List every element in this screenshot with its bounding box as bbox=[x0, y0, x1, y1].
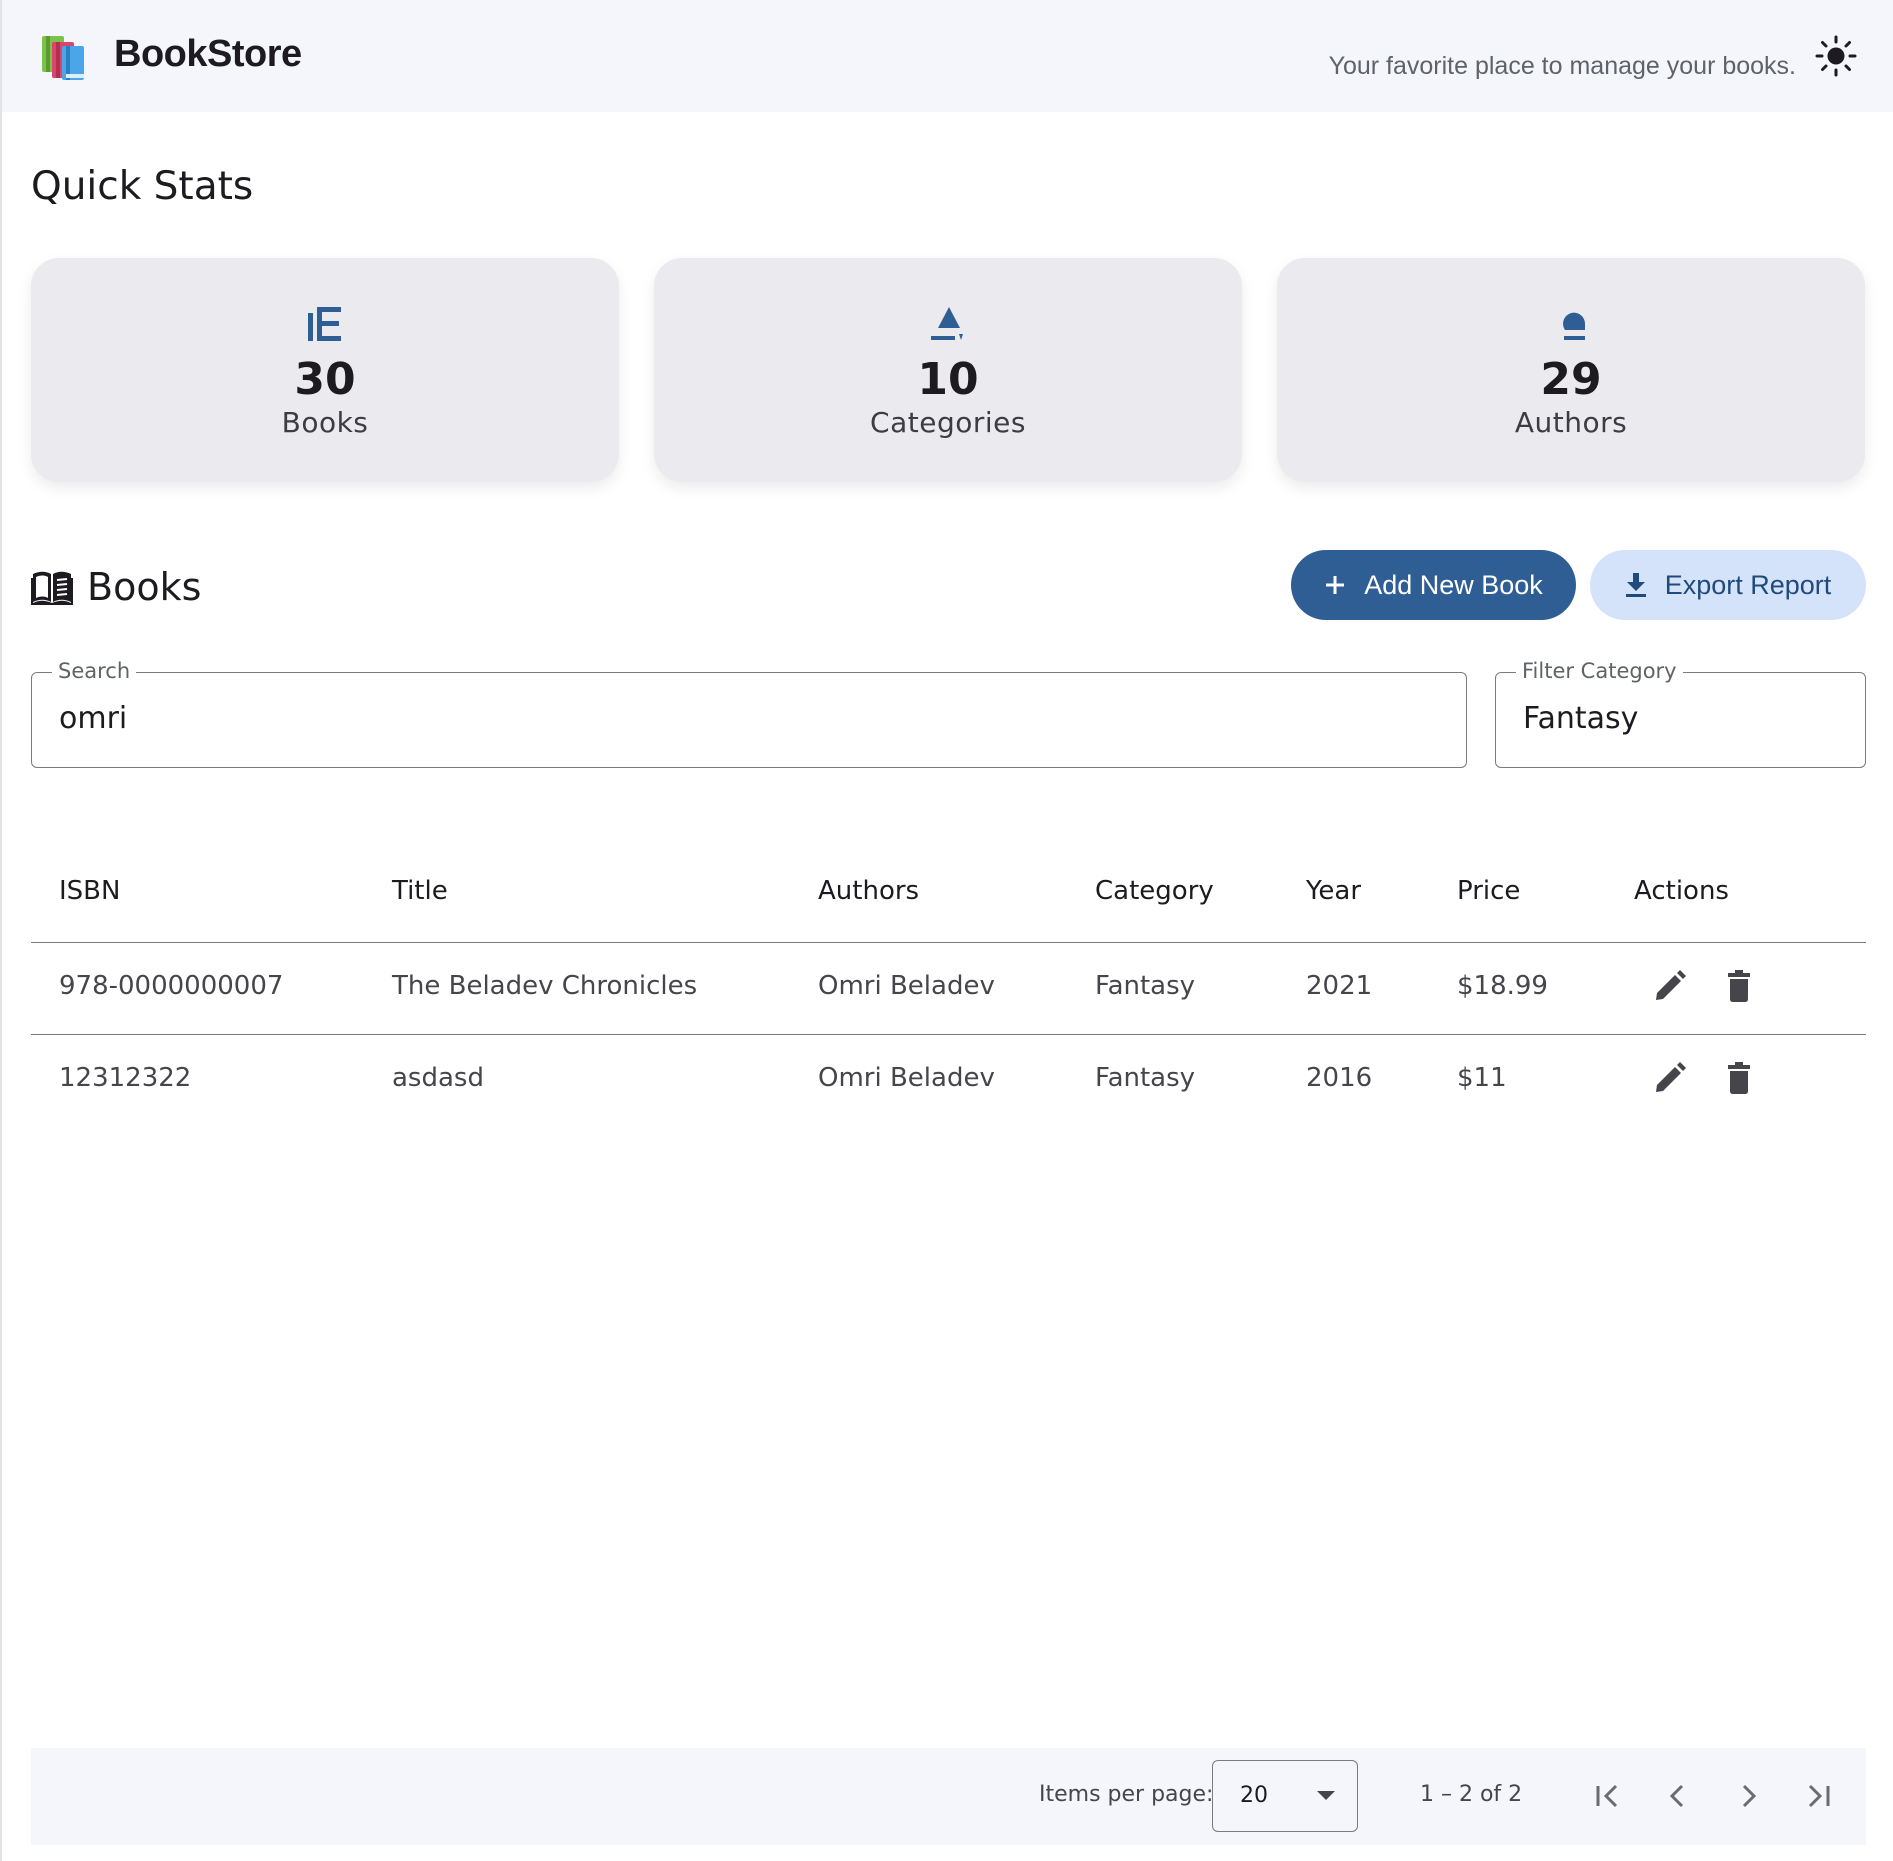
paginator: Items per page: 20 1 – 2 of 2 bbox=[31, 1748, 1866, 1845]
edit-icon[interactable] bbox=[1651, 967, 1689, 1005]
filter-category-value: Fantasy bbox=[1523, 701, 1639, 736]
app-root: BookStore Your favorite place to manage … bbox=[0, 0, 1893, 1861]
cell-year: 2016 bbox=[1306, 1063, 1373, 1093]
stat-card-authors: 29 Authors bbox=[1277, 258, 1865, 482]
brand-title: BookStore bbox=[114, 33, 302, 75]
next-page-icon[interactable] bbox=[1726, 1774, 1770, 1818]
column-header-isbn[interactable]: ISBN bbox=[59, 876, 120, 906]
column-header-year[interactable]: Year bbox=[1306, 876, 1361, 906]
filter-category-label: Filter Category bbox=[1516, 659, 1683, 683]
cell-title: The Beladev Chronicles bbox=[392, 971, 698, 1001]
stat-label: Books bbox=[281, 406, 369, 439]
stat-value: 10 bbox=[917, 354, 979, 405]
add-new-book-label: Add New Book bbox=[1364, 569, 1543, 600]
stat-label: Categories bbox=[870, 406, 1026, 439]
last-page-icon[interactable] bbox=[1796, 1774, 1840, 1818]
search-label: Search bbox=[52, 659, 137, 683]
column-header-authors[interactable]: Authors bbox=[818, 876, 919, 906]
first-page-icon[interactable] bbox=[1586, 1774, 1630, 1818]
column-header-title[interactable]: Title bbox=[392, 876, 448, 906]
table-row: 978-0000000007 The Beladev Chronicles Om… bbox=[31, 943, 1866, 1035]
delete-icon[interactable] bbox=[1720, 967, 1758, 1005]
plus-icon bbox=[1326, 576, 1345, 594]
stat-value: 29 bbox=[1540, 354, 1602, 405]
cell-category: Fantasy bbox=[1095, 971, 1196, 1001]
column-header-actions: Actions bbox=[1634, 876, 1729, 906]
export-report-button[interactable]: Export Report bbox=[1590, 550, 1866, 620]
cell-authors: Omri Beladev bbox=[818, 1063, 995, 1093]
search-input[interactable]: Search omri bbox=[31, 659, 1467, 768]
column-header-category[interactable]: Category bbox=[1095, 876, 1214, 906]
export-report-label: Export Report bbox=[1664, 569, 1832, 600]
books-table: ISBN Title Authors Category Year Price A… bbox=[31, 846, 1866, 1126]
stat-card-books: 30 Books bbox=[31, 258, 619, 482]
cell-isbn: 978-0000000007 bbox=[59, 971, 284, 1001]
page-size-value: 20 bbox=[1240, 1783, 1268, 1808]
page-range-label: 1 – 2 of 2 bbox=[1420, 1782, 1523, 1807]
stat-value: 30 bbox=[294, 354, 356, 405]
search-value: omri bbox=[59, 701, 128, 736]
person-icon bbox=[1563, 312, 1586, 340]
cell-year: 2021 bbox=[1306, 971, 1373, 1001]
tagline: Your favorite place to manage your books… bbox=[1328, 52, 1796, 80]
table-row: 12312322 asdasd Omri Beladev Fantasy 201… bbox=[31, 1035, 1866, 1126]
cell-price: $11 bbox=[1457, 1063, 1507, 1093]
cell-isbn: 12312322 bbox=[59, 1063, 192, 1093]
books-title: Books bbox=[87, 565, 202, 609]
column-header-price[interactable]: Price bbox=[1457, 876, 1520, 906]
cell-authors: Omri Beladev bbox=[818, 971, 995, 1001]
books-section-header: Books bbox=[31, 563, 201, 611]
sun-icon[interactable] bbox=[1814, 34, 1858, 78]
category-icon bbox=[931, 307, 963, 340]
download-icon bbox=[1625, 573, 1646, 597]
stat-card-categories: 10 Categories bbox=[654, 258, 1242, 482]
quick-stats-title: Quick Stats bbox=[31, 164, 254, 209]
items-per-page-label: Items per page: bbox=[1039, 1782, 1214, 1807]
menu-book-icon bbox=[31, 571, 73, 605]
books-logo-icon bbox=[42, 36, 84, 80]
page-size-select[interactable]: 20 bbox=[1212, 1760, 1358, 1832]
delete-icon[interactable] bbox=[1720, 1059, 1758, 1097]
top-app-bar: BookStore Your favorite place to manage … bbox=[2, 0, 1893, 112]
filter-category-select[interactable]: Filter Category Fantasy bbox=[1495, 659, 1866, 768]
edit-icon[interactable] bbox=[1651, 1059, 1689, 1097]
add-new-book-button[interactable]: Add New Book bbox=[1291, 550, 1576, 620]
previous-page-icon[interactable] bbox=[1656, 1774, 1700, 1818]
cell-category: Fantasy bbox=[1095, 1063, 1196, 1093]
table-header-row: ISBN Title Authors Category Year Price A… bbox=[31, 846, 1866, 943]
cell-price: $18.99 bbox=[1457, 971, 1548, 1001]
stat-label: Authors bbox=[1514, 406, 1628, 439]
library-books-icon bbox=[308, 307, 341, 341]
cell-title: asdasd bbox=[392, 1063, 484, 1093]
dropdown-arrow-icon bbox=[1317, 1791, 1335, 1800]
